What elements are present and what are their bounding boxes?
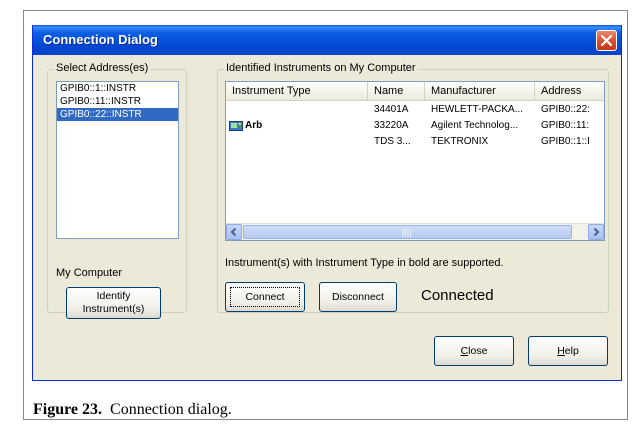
close-icon xyxy=(600,34,613,47)
chevron-left-icon xyxy=(230,227,237,237)
address-group: Select Address(es) GPIB0::1::INSTR GPIB0:… xyxy=(47,62,187,319)
cell-instrument-type xyxy=(226,102,368,118)
column-header-manufacturer[interactable]: Manufacturer xyxy=(425,82,535,100)
cell-name: TDS 3... xyxy=(368,134,425,150)
address-listbox[interactable]: GPIB0::1::INSTR GPIB0::11::INSTR GPIB0::22… xyxy=(56,81,179,239)
instruments-group: Identified Instruments on My Computer In… xyxy=(217,62,609,313)
cell-manufacturer-text: TEKTRONIX xyxy=(431,136,489,147)
cell-address-text: GPIB0::11: xyxy=(541,120,590,131)
help-button[interactable]: Help xyxy=(528,336,608,366)
cell-instrument-type xyxy=(226,134,368,150)
cell-instrument-type-text: Arb xyxy=(245,120,263,131)
my-computer-label: My Computer xyxy=(56,267,123,279)
connection-status: Connected xyxy=(421,287,494,304)
disconnect-label: Disconnect xyxy=(332,290,384,303)
cell-name: 34401A xyxy=(368,102,425,118)
table-row[interactable]: 34401A HEWLETT-PACKA... GPIB0::22: xyxy=(226,102,604,118)
address-group-legend: Select Address(es) xyxy=(54,62,151,74)
cell-name-text: 33220A xyxy=(374,120,409,131)
figure-caption: Figure 23. Connection dialog. xyxy=(33,401,232,419)
horizontal-scrollbar[interactable] xyxy=(226,223,604,240)
address-list-item[interactable]: GPIB0::11::INSTR xyxy=(57,95,178,108)
instrument-icon xyxy=(229,121,243,131)
disconnect-button[interactable]: Disconnect xyxy=(319,282,397,312)
cell-address-text: GPIB0::22: xyxy=(541,104,590,115)
supported-note: Instrument(s) with Instrument Type in bo… xyxy=(225,257,504,269)
close-label: Close xyxy=(460,344,488,357)
cell-address: GPIB0::1::I xyxy=(535,134,604,150)
scroll-right-button[interactable] xyxy=(588,224,604,240)
instruments-header: Instrument Type Name Manufacturer Addres… xyxy=(226,82,604,101)
cell-manufacturer: Agilent Technolog... xyxy=(425,118,535,134)
cell-address: GPIB0::11: xyxy=(535,118,604,134)
table-row[interactable]: Arb 33220A Agilent Technolog... GPIB0::11: xyxy=(226,118,604,134)
column-header-address[interactable]: Address xyxy=(535,82,604,100)
connect-button[interactable]: Connect xyxy=(225,282,305,312)
address-list-item[interactable]: GPIB0::22::INSTR xyxy=(57,108,178,121)
figure-number: Figure 23. xyxy=(33,401,103,418)
column-header-instrument-type[interactable]: Instrument Type xyxy=(226,82,368,100)
cell-manufacturer: HEWLETT-PACKA... xyxy=(425,102,535,118)
window-title: Connection Dialog xyxy=(43,32,158,47)
cell-name: 33220A xyxy=(368,118,425,134)
column-header-name[interactable]: Name xyxy=(368,82,425,100)
connection-dialog-window: Connection Dialog Select Address(es) GPI… xyxy=(32,25,622,381)
cell-address-text: GPIB0::1::I xyxy=(541,136,590,147)
cell-manufacturer-text: Agilent Technolog... xyxy=(431,120,519,131)
identify-instruments-label: Identify Instrument(s) xyxy=(82,290,145,315)
address-list-item[interactable]: GPIB0::1::INSTR xyxy=(57,82,178,95)
chevron-right-icon xyxy=(593,227,600,237)
scroll-left-button[interactable] xyxy=(226,224,242,240)
cell-name-text: TDS 3... xyxy=(374,136,411,147)
help-label: Help xyxy=(557,344,579,357)
close-button[interactable]: Close xyxy=(434,336,514,366)
cell-name-text: 34401A xyxy=(374,104,409,115)
figure-caption-text: Connection dialog. xyxy=(110,401,232,418)
close-window-button[interactable] xyxy=(596,30,617,51)
focus-indicator xyxy=(230,287,300,307)
table-row[interactable]: TDS 3... TEKTRONIX GPIB0::1::I xyxy=(226,134,604,150)
instruments-listview[interactable]: Instrument Type Name Manufacturer Addres… xyxy=(225,81,605,241)
title-bar[interactable]: Connection Dialog xyxy=(33,25,621,55)
instruments-group-legend: Identified Instruments on My Computer xyxy=(224,62,418,74)
scroll-thumb[interactable] xyxy=(243,225,572,239)
cell-instrument-type: Arb xyxy=(226,118,368,134)
cell-address: GPIB0::22: xyxy=(535,102,604,118)
grip-icon xyxy=(402,229,411,237)
cell-manufacturer: TEKTRONIX xyxy=(425,134,535,150)
cell-manufacturer-text: HEWLETT-PACKA... xyxy=(431,104,524,115)
identify-instruments-button[interactable]: Identify Instrument(s) xyxy=(66,287,161,319)
